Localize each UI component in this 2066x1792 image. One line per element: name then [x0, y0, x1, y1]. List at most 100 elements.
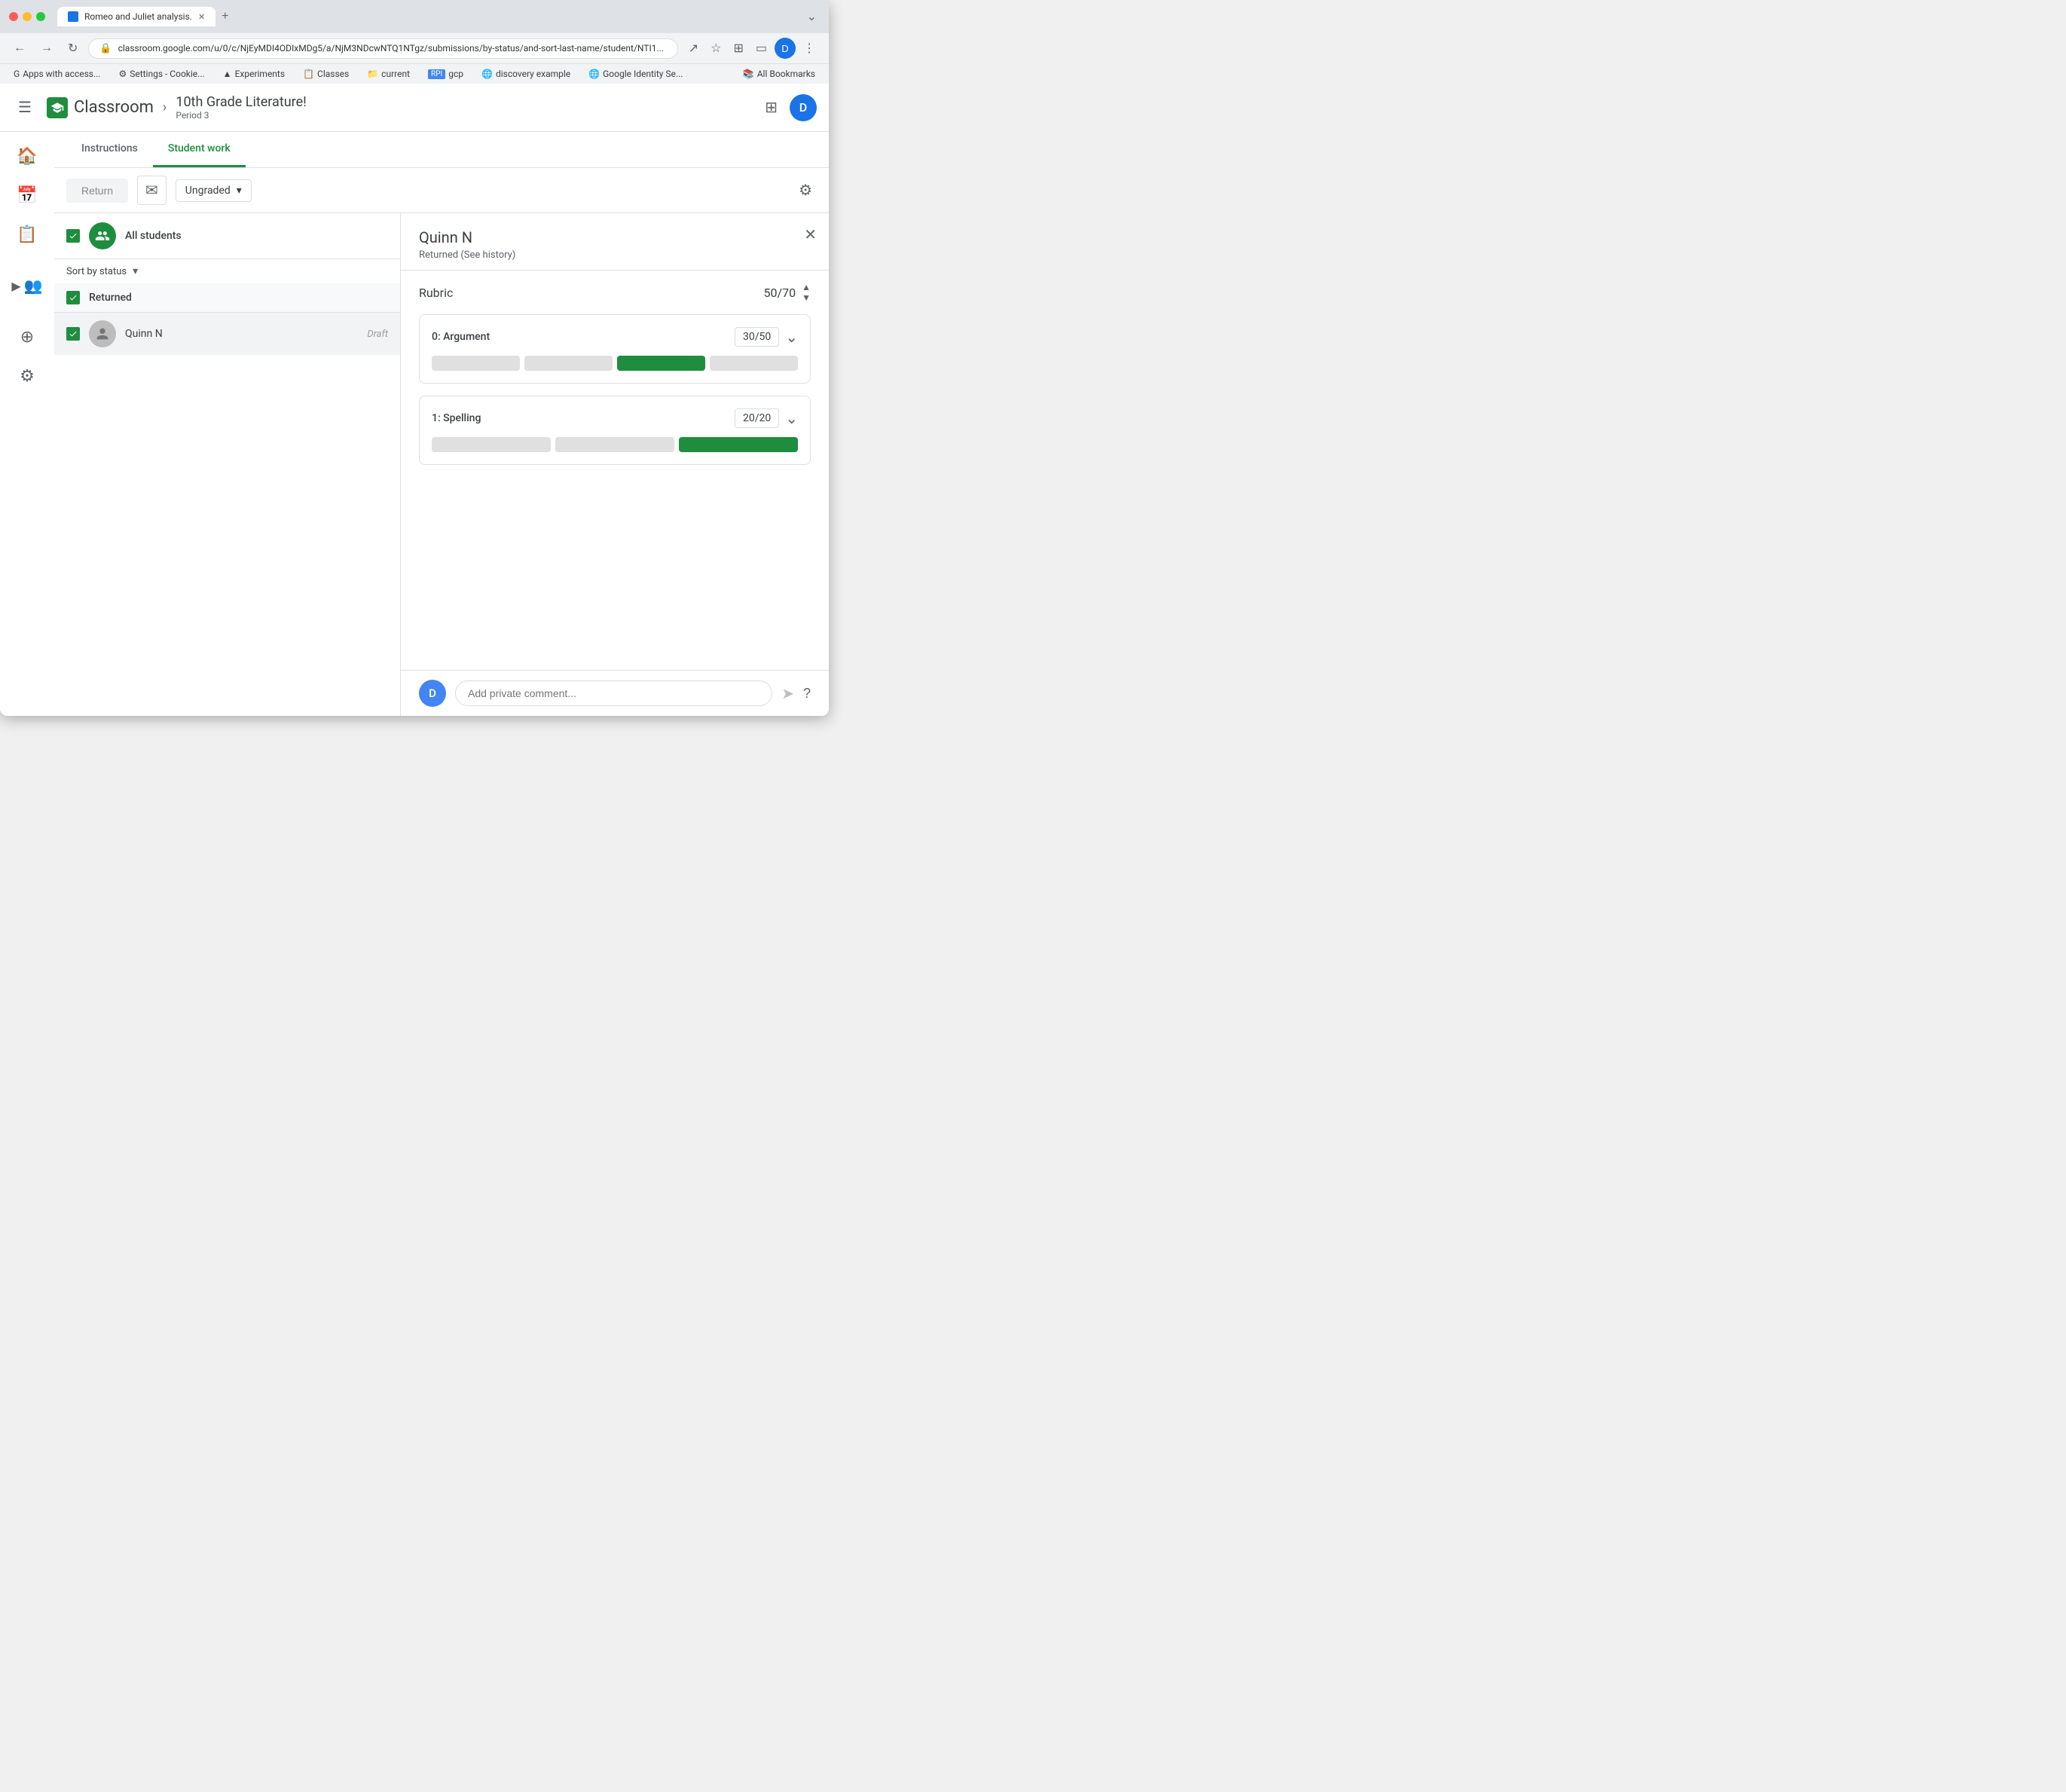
criteria-spelling-score: 20/20 [735, 408, 779, 428]
criteria-argument-scale [432, 356, 798, 371]
student-checkbox[interactable] [66, 327, 80, 341]
bookmark-all[interactable]: 📚 All Bookmarks [738, 67, 820, 81]
bookmark-discovery[interactable]: 🌐 discovery example [477, 67, 575, 81]
all-students-checkbox[interactable] [66, 229, 80, 243]
grade-filter-arrow-icon: ▾ [237, 185, 242, 197]
browser-tab[interactable]: Romeo and Juliet analysis. ✕ [57, 7, 215, 26]
minimize-traffic-light[interactable] [23, 12, 32, 21]
sidebar-people-expand[interactable]: ▶ 👥 [5, 271, 48, 301]
group-icon [89, 222, 116, 249]
scale-bar-0-4[interactable] [710, 356, 798, 371]
topbar-actions: ⊞ D [759, 92, 817, 123]
criteria-argument-name: 0: Argument [432, 331, 735, 343]
sidebar-toggle-button[interactable]: ▭ [751, 38, 772, 59]
bookmark-google-identity[interactable]: 🌐 Google Identity Se... [584, 67, 687, 81]
rubric-header: Rubric 50/70 ▲ ▼ [419, 283, 811, 302]
browser-titlebar: Romeo and Juliet analysis. ✕ + ⌄ [0, 0, 829, 33]
bookmark-classes[interactable]: 📋 Classes [298, 67, 353, 81]
app-content: ☰ Classroom › 10th Grade Literature! Per… [0, 84, 829, 716]
criteria-spelling-name: 1: Spelling [432, 412, 735, 424]
student-row[interactable]: Quinn N Draft [54, 312, 400, 355]
back-button[interactable]: ← [9, 38, 30, 58]
bookmark-current[interactable]: 📁 current [362, 67, 414, 81]
student-detail-name: Quinn N [419, 228, 515, 246]
classroom-logo[interactable]: Classroom [47, 97, 154, 118]
user-avatar[interactable]: D [790, 94, 817, 121]
close-detail-button[interactable]: ✕ [804, 225, 817, 244]
bookmark-google-identity-label: Google Identity Se... [603, 69, 683, 79]
sidebar-calendar-button[interactable]: 📅 [9, 177, 45, 213]
returned-checkbox[interactable] [66, 291, 80, 304]
sidebar-settings-button[interactable]: ⚙ [9, 358, 45, 394]
close-traffic-light[interactable] [9, 12, 18, 21]
return-button[interactable]: Return [66, 179, 128, 203]
bookmark-gcp-icon: RPI [428, 69, 445, 79]
bookmark-experiments[interactable]: ▲ Experiments [219, 67, 289, 81]
scale-bar-0-2[interactable] [524, 356, 613, 371]
email-button[interactable]: ✉ [137, 176, 167, 205]
person-icon [94, 326, 111, 342]
hamburger-menu-button[interactable]: ☰ [12, 92, 38, 123]
criteria-argument-card: 0: Argument 30/50 ⌄ [419, 314, 811, 384]
menu-button[interactable]: ⋮ [799, 38, 820, 59]
url-text: classroom.google.com/u/0/c/NjEyMDI4ODIxM… [118, 43, 667, 54]
window-chevron-button[interactable]: ⌄ [804, 6, 820, 27]
tabs-row: Instructions Student work [54, 132, 829, 168]
returned-section-header: Returned [54, 283, 400, 312]
address-bar[interactable]: 🔒 classroom.google.com/u/0/c/NjEyMDI4ODI… [88, 38, 677, 59]
bookmark-experiments-label: Experiments [235, 69, 286, 79]
rubric-score-arrows: ▲ ▼ [802, 283, 811, 302]
tab-close-button[interactable]: ✕ [198, 12, 205, 22]
rubric-score-down-button[interactable]: ▼ [802, 293, 811, 302]
bookmark-classes-icon: 📋 [303, 69, 314, 79]
sort-arrow-icon[interactable]: ▾ [133, 265, 138, 277]
browser-window: Romeo and Juliet analysis. ✕ + ⌄ ← → ↻ 🔒… [0, 0, 829, 716]
rubric-score-up-button[interactable]: ▲ [802, 283, 811, 292]
forward-button[interactable]: → [36, 38, 57, 58]
sidebar-add-button[interactable]: ⊕ [9, 319, 45, 355]
criteria-spelling-expand-button[interactable]: ⌄ [785, 409, 798, 428]
new-tab-button[interactable]: + [219, 7, 231, 26]
scale-bar-1-2[interactable] [555, 437, 674, 452]
bookmark-gcp[interactable]: RPI gcp [423, 67, 468, 81]
bookmark-apps[interactable]: G Apps with access... [9, 67, 105, 81]
browser-toolbar: ← → ↻ 🔒 classroom.google.com/u/0/c/NjEyM… [0, 33, 829, 63]
share-button[interactable]: ↗ [684, 38, 703, 59]
bookmark-button[interactable]: ☆ [706, 38, 726, 59]
refresh-button[interactable]: ↻ [63, 38, 82, 59]
help-button[interactable]: ? [803, 686, 811, 702]
criteria-argument-header: 0: Argument 30/50 ⌄ [432, 327, 798, 347]
scale-bar-1-1[interactable] [432, 437, 551, 452]
sidebar-assignments-button[interactable]: 📋 [9, 216, 45, 252]
tab-student-work[interactable]: Student work [153, 132, 246, 167]
scale-bar-0-1[interactable] [432, 356, 520, 371]
tab-bar: Romeo and Juliet analysis. ✕ + ⌄ [57, 6, 820, 27]
bookmark-experiments-icon: ▲ [223, 69, 232, 79]
google-apps-button[interactable]: ⊞ [759, 92, 784, 123]
scale-bar-1-3[interactable] [679, 437, 798, 452]
scale-bar-0-3[interactable] [617, 356, 705, 371]
tab-favicon [68, 11, 78, 22]
profile-button[interactable]: D [775, 38, 796, 59]
email-icon: ✉ [145, 181, 158, 200]
people-icon: 👥 [24, 277, 43, 295]
bookmark-classes-label: Classes [317, 69, 349, 79]
bookmark-settings[interactable]: ⚙ Settings - Cookie... [114, 67, 209, 81]
sidebar-home-button[interactable]: 🏠 [9, 138, 45, 174]
app-name-label: Classroom [74, 98, 154, 117]
send-comment-button[interactable]: ➤ [781, 684, 794, 703]
criteria-spelling-header: 1: Spelling 20/20 ⌄ [432, 408, 798, 428]
criteria-spelling-card: 1: Spelling 20/20 ⌄ [419, 396, 811, 465]
grade-filter-dropdown[interactable]: Ungraded ▾ [176, 179, 252, 202]
tab-instructions[interactable]: Instructions [66, 132, 153, 167]
course-info: 10th Grade Literature! Period 3 [176, 94, 750, 121]
app-topbar: ☰ Classroom › 10th Grade Literature! Per… [0, 84, 829, 132]
extensions-button[interactable]: ⊞ [729, 38, 747, 59]
classroom-svg-icon [50, 101, 64, 115]
all-students-row: All students [54, 213, 400, 259]
criteria-argument-expand-button[interactable]: ⌄ [785, 328, 798, 347]
rubric-settings-button[interactable]: ⚙ [794, 176, 817, 204]
criteria-spelling-scale [432, 437, 798, 452]
maximize-traffic-light[interactable] [36, 12, 45, 21]
private-comment-input[interactable] [455, 680, 772, 706]
